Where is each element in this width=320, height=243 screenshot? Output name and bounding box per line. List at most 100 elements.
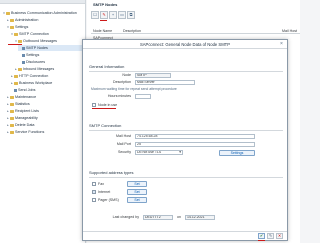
chevron-down-icon: ▾: [179, 150, 181, 154]
edit-icon[interactable]: ✎: [100, 11, 108, 19]
cancel-icon[interactable]: ✕: [276, 233, 283, 239]
mail-port-label: Mail Port: [116, 142, 131, 146]
dialog-titlebar: SAPconnect: General Node Data of Node SM…: [83, 40, 287, 49]
folder-icon: [10, 123, 14, 127]
check-icon[interactable]: ✔: [258, 233, 265, 239]
tree-item[interactable]: ▸ Manageability: [6, 115, 86, 121]
tree-item-label: Disclosures: [26, 60, 46, 64]
tree-item-label: Settings: [15, 25, 29, 29]
node-in-use-checkbox[interactable]: [92, 103, 96, 107]
column-description[interactable]: Description: [121, 28, 161, 33]
hours-minutes-field[interactable]: [135, 94, 151, 99]
tree-item-label: Administration: [15, 18, 39, 22]
tree-item[interactable]: ▾ Business Communication Administration: [2, 10, 86, 16]
internet-label: Internet: [98, 190, 111, 194]
node-label: Node: [122, 73, 131, 77]
tree-item[interactable]: ▾ Outbound Messages: [14, 38, 86, 44]
folder-icon: [14, 32, 18, 36]
folder-icon: [10, 25, 14, 29]
tree-item[interactable]: ▸ HTTP Connection: [10, 73, 86, 79]
tree-item[interactable]: ▸ Recipient Lists: [6, 108, 86, 114]
tree-item[interactable]: ▸ Business Workplace: [10, 80, 86, 86]
toolbar: ☐ ✎ + ▭ ⧉: [91, 11, 135, 19]
node-field: SMTP: [135, 73, 171, 78]
security-select[interactable]: Do not use TLS ▾: [135, 150, 183, 155]
divider: [89, 130, 283, 131]
tree-item[interactable]: ▾ Settings: [6, 24, 86, 30]
pager-checkbox[interactable]: [92, 198, 96, 202]
copy-icon[interactable]: ⧉: [127, 11, 135, 19]
column-node-name[interactable]: Node Name: [91, 28, 121, 33]
column-mail-host[interactable]: Mail Host: [161, 28, 300, 33]
fax-set-button[interactable]: Set: [127, 181, 147, 187]
folder-icon: [10, 18, 14, 22]
tree-item[interactable]: SMTP Nodes: [18, 45, 86, 51]
node-icon: [14, 88, 17, 92]
tree-item-label: Manageability: [15, 116, 38, 120]
fax-label: Fax: [98, 182, 104, 186]
close-icon[interactable]: ×: [278, 41, 285, 48]
create-icon[interactable]: +: [109, 11, 117, 19]
tree-item-label: Business Workplace: [19, 81, 53, 85]
pager-label: Pager (SMS): [98, 198, 119, 202]
internet-checkbox[interactable]: [92, 190, 96, 194]
folder-icon: [14, 74, 18, 78]
settings-button[interactable]: Settings: [219, 150, 255, 156]
display-icon[interactable]: ☐: [91, 11, 99, 19]
smtp-connection-heading: SMTP Connection: [89, 123, 122, 128]
confirm-highlight-marker: [258, 240, 265, 241]
delete-icon[interactable]: ▭: [118, 11, 126, 19]
tree-item[interactable]: ▸ Inbound Messages: [14, 66, 86, 72]
tree-item[interactable]: Send Jobs: [10, 87, 86, 93]
tree-item-label: Statistics: [15, 102, 30, 106]
dialog-title: SAPconnect: General Node Data of Node SM…: [139, 42, 231, 47]
edit-highlight-marker: [100, 20, 107, 21]
mail-host-field[interactable]: 74.125.68.28: [135, 134, 255, 139]
edit-icon[interactable]: ✎: [267, 233, 274, 239]
tree-item-label: Inbound Messages: [23, 67, 55, 71]
tree-item-label: SMTP Connection: [19, 32, 49, 36]
mail-port-field[interactable]: 25: [135, 142, 255, 147]
hours-minutes-label: Hours:minutes: [107, 94, 131, 98]
folder-icon: [18, 67, 22, 71]
selected-node-marker: [8, 44, 22, 45]
tree-item-label: Send Jobs: [18, 88, 36, 92]
tree-item-label: Outbound Messages: [23, 39, 58, 43]
tree-item[interactable]: ▸ Administration: [6, 17, 86, 23]
last-changed-on-field: 14.12.2021: [185, 215, 215, 220]
tree-item[interactable]: Disclosures: [18, 59, 86, 65]
folder-icon: [10, 95, 14, 99]
sap-window: ▾ Business Communication Administration ▸ A…: [0, 0, 300, 243]
divider: [89, 71, 283, 72]
folder-icon: [10, 116, 14, 120]
security-value: Do not use TLS: [137, 150, 162, 154]
description-label: Description: [113, 80, 131, 84]
tree-item[interactable]: ▸ Maintenance: [6, 94, 86, 100]
tree-item[interactable]: ▸ Service Functions: [6, 129, 86, 135]
general-node-data-dialog: SAPconnect: General Node Data of Node SM…: [82, 39, 288, 241]
tree-item-label: Maintenance: [15, 95, 37, 99]
panel-title: SMTP Nodes: [93, 2, 118, 7]
tree-item-label: Business Communication Administration: [11, 11, 77, 15]
folder-icon: [10, 102, 14, 106]
fax-checkbox[interactable]: [92, 182, 96, 186]
dialog-footer: ✔ ✎ ✕: [83, 231, 287, 241]
last-changed-label: Last changed by: [112, 215, 139, 219]
internet-set-button[interactable]: Set: [127, 189, 147, 195]
tree-item[interactable]: ▸ Delete Data: [6, 122, 86, 128]
navigation-tree: ▾ Business Communication Administration ▸ A…: [0, 0, 86, 243]
tree-item[interactable]: ▸ Statistics: [6, 101, 86, 107]
tree-item[interactable]: Settings: [18, 52, 86, 58]
tree-item-label: SMTP Nodes: [26, 46, 48, 50]
tree-header: [0, 0, 85, 4]
node-icon: [22, 60, 25, 64]
folder-icon: [10, 130, 14, 134]
node-icon: [22, 53, 25, 57]
tree-item-label: Recipient Lists: [15, 109, 39, 113]
description-field[interactable]: Mail Server: [135, 80, 195, 85]
list-header: Node Name Description Mail Host: [91, 28, 300, 34]
address-types-heading: Supported address types: [89, 170, 134, 175]
pager-set-button[interactable]: Set: [127, 197, 147, 203]
tree-item[interactable]: ▾ SMTP Connection: [10, 31, 86, 37]
mail-host-label: Mail Host: [116, 134, 131, 138]
